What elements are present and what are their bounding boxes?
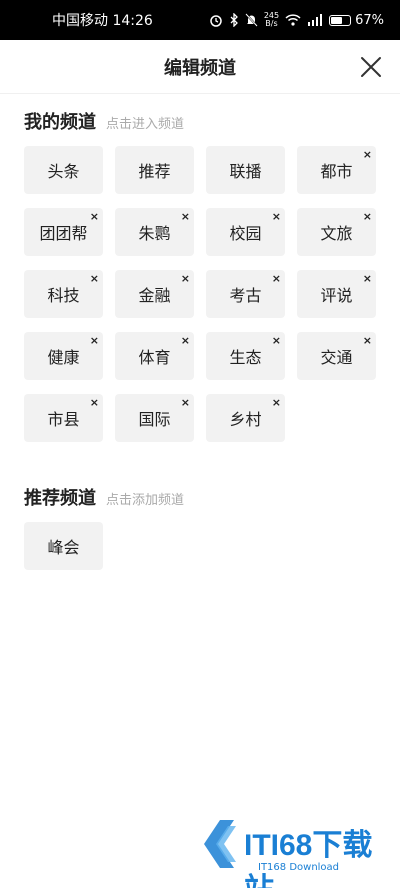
my-channels-header: 我的频道 点击进入频道 (24, 108, 184, 134)
page-title: 编辑频道 (164, 57, 236, 79)
remove-channel-icon[interactable]: × (181, 273, 190, 284)
channel-chip[interactable]: 评说 × (297, 270, 376, 318)
header: 编辑频道 (0, 40, 400, 94)
channel-chip[interactable]: 团团帮 × (24, 208, 103, 256)
bluetooth-icon (230, 13, 238, 27)
remove-channel-icon[interactable]: × (363, 211, 372, 222)
close-icon (361, 57, 381, 77)
channel-chip[interactable]: 市县 × (24, 394, 103, 442)
channel-chip-label: 校园 (229, 224, 262, 243)
channel-chip-label: 生态 (229, 348, 262, 367)
channel-chip-label: 国际 (138, 410, 171, 429)
channel-chip-label: 头条 (47, 162, 80, 181)
channel-chip[interactable]: 朱鹮 × (115, 208, 194, 256)
channel-chip-label: 朱鹮 (138, 224, 171, 243)
channel-chip[interactable]: 体育 × (115, 332, 194, 380)
channel-chip[interactable]: 峰会 (24, 522, 103, 570)
channel-chip-label: 健康 (47, 348, 80, 367)
channel-chip-label: 交通 (320, 348, 353, 367)
watermark-text: ITI68下载站 (244, 829, 373, 888)
channel-chip-label: 都市 (320, 162, 353, 181)
my-channels-title: 我的频道 (24, 112, 96, 133)
remove-channel-icon[interactable]: × (272, 273, 281, 284)
remove-channel-icon[interactable]: × (181, 211, 190, 222)
battery: 67% (329, 13, 384, 28)
watermark-subtext: IT168 Download (258, 862, 340, 873)
remove-channel-icon[interactable]: × (90, 273, 99, 284)
status-bar: 中国移动 14:26 245 B/s 67% (0, 0, 400, 40)
channel-chip[interactable]: 乡村 × (206, 394, 285, 442)
watermark: ITI68下载站 IT168 Download (196, 812, 392, 888)
remove-channel-icon[interactable]: × (90, 335, 99, 346)
channel-chip[interactable]: 推荐 (115, 146, 194, 194)
channel-chip-label: 团团帮 (39, 224, 88, 243)
remove-channel-icon[interactable]: × (181, 397, 190, 408)
channel-chip-label: 乡村 (229, 410, 262, 429)
mute-bell-icon (245, 13, 258, 27)
channel-chip[interactable]: 交通 × (297, 332, 376, 380)
net-speed-unit: B/s (265, 19, 278, 28)
channel-chip[interactable]: 生态 × (206, 332, 285, 380)
signal-icon (308, 14, 323, 26)
battery-icon (329, 14, 352, 26)
channel-chip-label: 评说 (320, 286, 353, 305)
status-left: 中国移动 14:26 (52, 10, 153, 30)
channel-chip[interactable]: 健康 × (24, 332, 103, 380)
my-channels-hint: 点击进入频道 (106, 117, 185, 132)
channel-chip-label: 市县 (47, 410, 80, 429)
remove-channel-icon[interactable]: × (363, 335, 372, 346)
remove-channel-icon[interactable]: × (272, 397, 281, 408)
status-right: 245 B/s 67% (209, 12, 384, 28)
remove-channel-icon[interactable]: × (272, 211, 281, 222)
channel-chip[interactable]: 科技 × (24, 270, 103, 318)
battery-percent: 67% (355, 12, 384, 28)
channel-chip[interactable]: 校园 × (206, 208, 285, 256)
channel-chip[interactable]: 金融 × (115, 270, 194, 318)
recommended-channels-hint: 点击添加频道 (106, 493, 185, 508)
carrier-time: 中国移动 14:26 (52, 13, 153, 29)
channel-chip-label: 考古 (229, 286, 262, 305)
remove-channel-icon[interactable]: × (272, 335, 281, 346)
remove-channel-icon[interactable]: × (90, 211, 99, 222)
close-button[interactable] (356, 52, 386, 82)
channel-chip-label: 科技 (47, 286, 80, 305)
channel-chip[interactable]: 考古 × (206, 270, 285, 318)
recommended-channels-title: 推荐频道 (24, 488, 96, 509)
remove-channel-icon[interactable]: × (363, 273, 372, 284)
recommended-channels-header: 推荐频道 点击添加频道 (24, 484, 184, 510)
channel-chip[interactable]: 都市 × (297, 146, 376, 194)
channel-chip-label: 联播 (229, 162, 262, 181)
remove-channel-icon[interactable]: × (90, 397, 99, 408)
channel-chip[interactable]: 国际 × (115, 394, 194, 442)
net-speed: 245 B/s (264, 12, 279, 28)
remove-channel-icon[interactable]: × (181, 335, 190, 346)
channel-chip-label: 文旅 (320, 224, 353, 243)
alarm-icon (210, 15, 222, 27)
channel-chip[interactable]: 头条 (24, 146, 103, 194)
channel-chip-label: 推荐 (138, 162, 171, 181)
wifi-icon (285, 14, 301, 26)
channel-chip-label: 峰会 (47, 538, 80, 557)
channel-chip[interactable]: 联播 (206, 146, 285, 194)
channel-chip-label: 体育 (138, 348, 171, 367)
channel-chip-label: 金融 (138, 286, 171, 305)
remove-channel-icon[interactable]: × (363, 149, 372, 160)
battery-level-fill (331, 16, 343, 24)
channel-chip[interactable]: 文旅 × (297, 208, 376, 256)
